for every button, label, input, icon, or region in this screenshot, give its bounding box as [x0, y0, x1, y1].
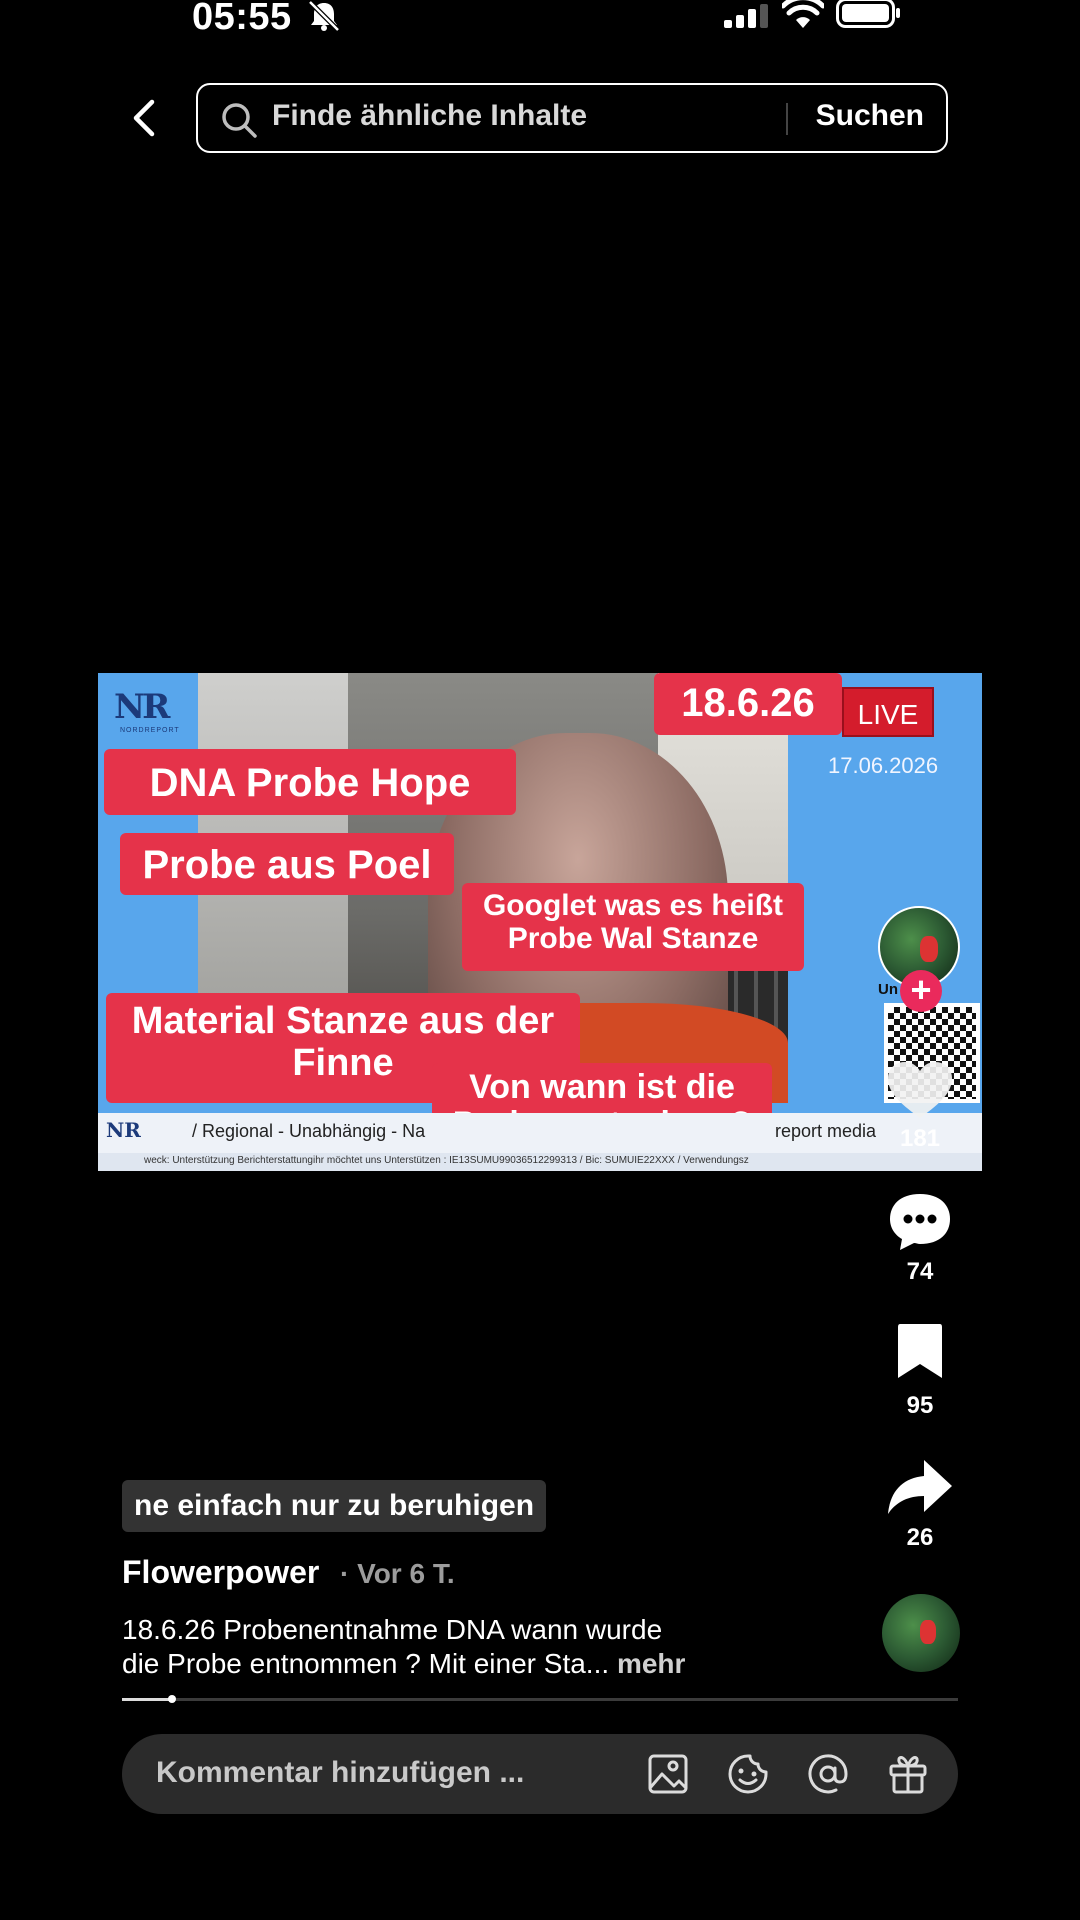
video-progress-fill — [122, 1698, 173, 1701]
comment-input[interactable]: Kommentar hinzufügen ... — [156, 1756, 524, 1790]
emoji-sticker-icon[interactable] — [726, 1752, 770, 1796]
search-bar[interactable]: Finde ähnliche Inhalte Suchen — [196, 83, 948, 153]
logo-text: NR — [114, 687, 170, 727]
bell-muted-icon — [308, 0, 340, 32]
search-divider — [786, 103, 788, 135]
video-label: Googlet was es heißt Probe Wal Stanze — [462, 883, 804, 971]
status-time: 05:55 — [192, 0, 292, 38]
video-player[interactable]: NR NORDREPORT 18.6.26 LIVE 17.06.2026 DN… — [98, 673, 982, 1171]
live-badge: LIVE — [842, 687, 934, 737]
logo-subtext: NORDREPORT — [120, 727, 180, 734]
ticker-logo: NR — [106, 1118, 141, 1142]
mention-icon[interactable] — [806, 1752, 850, 1796]
description-text: die Probe entnommen ? Mit einer Sta... — [122, 1648, 610, 1679]
wifi-icon — [782, 0, 824, 28]
follow-plus-button[interactable]: + — [900, 970, 942, 1012]
post-time: · Vor 6 T. — [340, 1558, 455, 1589]
battery-icon — [836, 0, 900, 28]
heart-icon[interactable] — [880, 1058, 960, 1122]
video-ticker-small: weck: Unterstützung Berichterstattungihr… — [98, 1153, 982, 1171]
search-icon — [222, 103, 257, 138]
search-button[interactable]: Suchen — [816, 99, 924, 133]
comment-count: 74 — [906, 1258, 934, 1285]
sound-avatar[interactable] — [882, 1594, 960, 1672]
description-line[interactable]: die Probe entnommen ? Mit einer Sta... m… — [122, 1648, 685, 1680]
image-icon[interactable] — [646, 1752, 690, 1796]
share-icon[interactable] — [880, 1456, 960, 1520]
author-name[interactable]: Flowerpower — [122, 1554, 319, 1591]
description-line[interactable]: 18.6.26 Probenentnahme DNA wann wurde — [122, 1614, 662, 1646]
ticker-text: / Regional - Unabhängig - Na — [192, 1121, 426, 1141]
nordreport-logo: NR NORDREPORT — [114, 687, 179, 734]
video-progress-bar[interactable] — [122, 1695, 958, 1703]
video-date-stamp: 17.06.2026 — [828, 753, 939, 778]
bookmark-icon[interactable] — [880, 1322, 960, 1386]
like-count: 181 — [899, 1125, 941, 1152]
gift-icon[interactable] — [886, 1752, 930, 1796]
comment-bar[interactable]: Kommentar hinzufügen ... — [122, 1734, 958, 1814]
video-label: Probe aus Poel — [120, 833, 454, 895]
comment-icon[interactable] — [880, 1190, 960, 1254]
subtitle-chip: ne einfach nur zu beruhigen — [122, 1480, 547, 1532]
video-label: DNA Probe Hope — [104, 749, 516, 815]
video-progress-knob[interactable] — [168, 1695, 177, 1703]
search-input[interactable]: Finde ähnliche Inhalte — [272, 99, 587, 133]
cellular-signal-icon — [724, 4, 768, 28]
more-link[interactable]: mehr — [617, 1648, 685, 1679]
share-count: 26 — [906, 1524, 934, 1551]
ticker-small-text: weck: Unterstützung Berichterstattungihr… — [144, 1155, 749, 1166]
bookmark-count: 95 — [906, 1392, 934, 1419]
video-date-badge: 18.6.26 — [654, 673, 842, 735]
back-arrow-icon[interactable] — [122, 96, 166, 140]
